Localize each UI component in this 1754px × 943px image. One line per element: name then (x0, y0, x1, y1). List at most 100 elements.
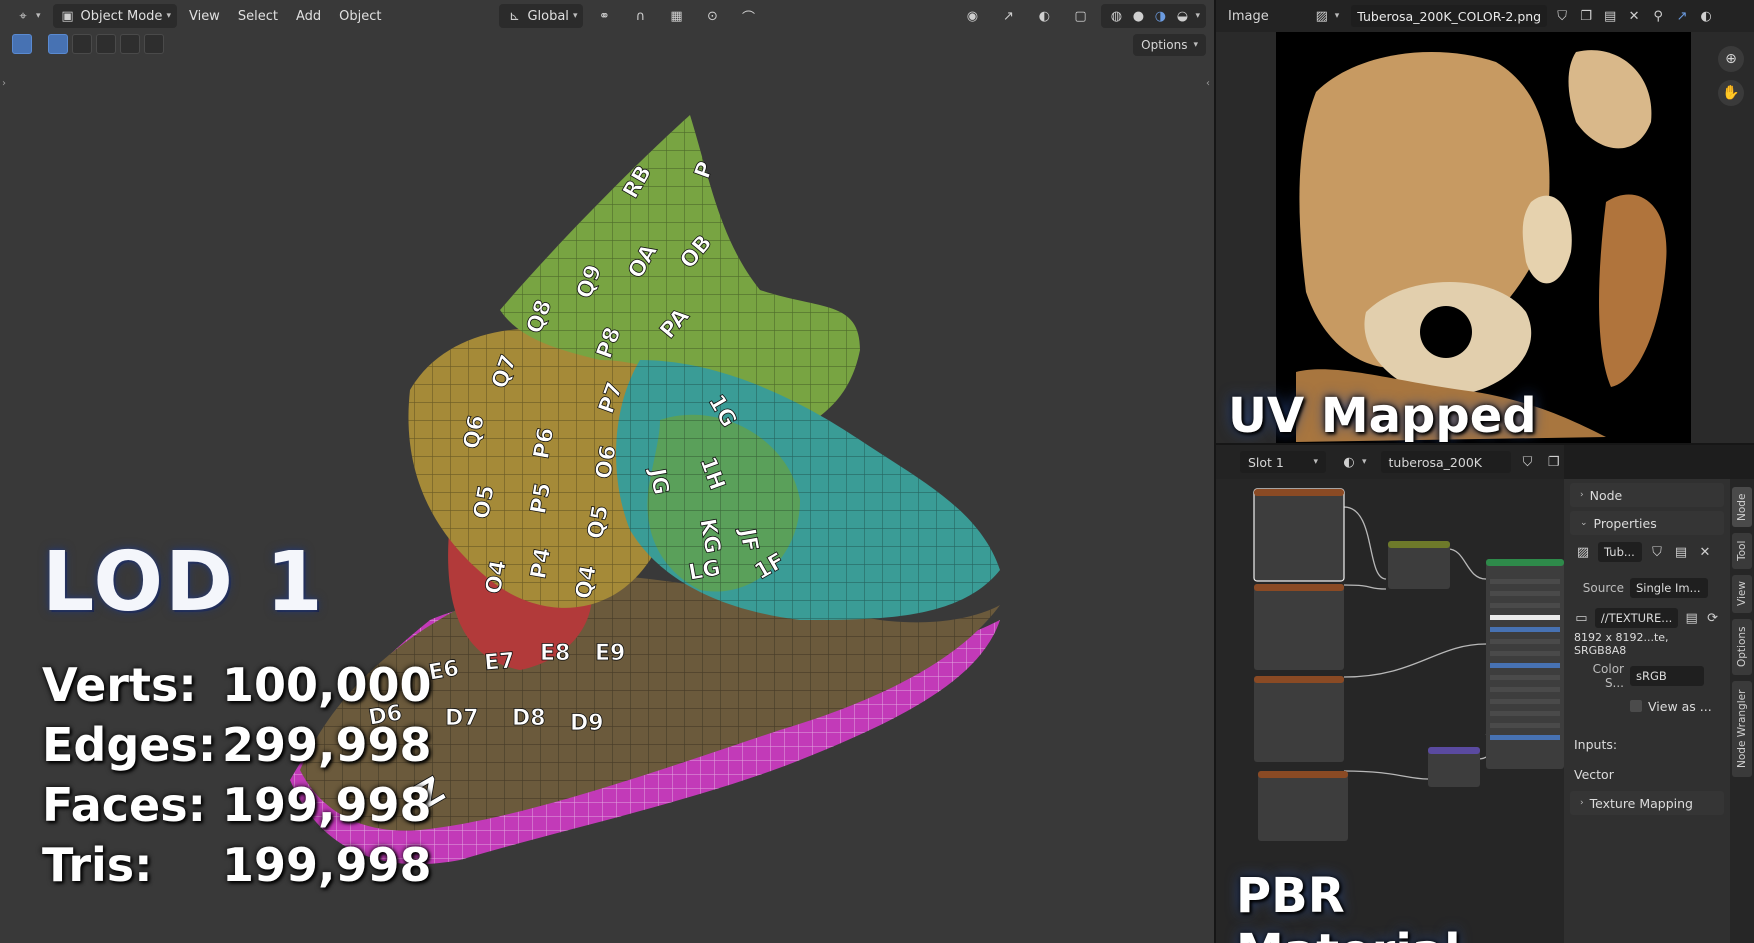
image-browse-button[interactable]: ▨ ▾ (1307, 4, 1346, 28)
visibility-button[interactable]: ◉ (957, 4, 987, 28)
material-sphere-icon: ◐ (1343, 454, 1355, 470)
select-box-tool[interactable] (12, 34, 32, 54)
stat-row-faces: Faces: 199,998 (42, 775, 432, 835)
image-texture-node-2[interactable] (1254, 584, 1344, 670)
view-as-checkbox[interactable] (1630, 700, 1642, 712)
select-new-button[interactable] (48, 34, 68, 54)
image-texture-node-4[interactable] (1258, 771, 1348, 841)
fake-user-shield-icon[interactable]: ⛉ (1519, 453, 1537, 471)
source-label: Source (1582, 581, 1624, 595)
stat-value: 100,000 (222, 658, 432, 712)
transform-orientation-selector[interactable]: ⊾ Global ▾ (499, 4, 584, 28)
editor-type-button[interactable]: ⌖ ▾ (8, 4, 47, 28)
color-space-dropdown[interactable]: sRGB (1630, 666, 1704, 686)
select-intersect-button[interactable] (144, 34, 164, 54)
mix-node[interactable] (1388, 541, 1450, 589)
properties-section-header[interactable]: ⌄ Properties (1570, 511, 1724, 535)
falloff-button[interactable]: ⌒ (733, 4, 763, 28)
rendered-shading-icon[interactable]: ◒ (1173, 7, 1191, 25)
slot-label: Slot 1 (1248, 454, 1284, 470)
node-section-header[interactable]: › Node (1570, 483, 1724, 507)
close-icon[interactable]: ✕ (1625, 7, 1643, 25)
file-icon: ▭ (1575, 610, 1588, 626)
close-icon[interactable]: ✕ (1696, 543, 1714, 561)
image-texture-node-3[interactable] (1254, 676, 1344, 762)
menu-object[interactable]: Object (333, 4, 387, 28)
tab-view[interactable]: View (1732, 575, 1752, 613)
texture-spiral-center (1420, 306, 1472, 358)
xray-toggle[interactable]: ▢ (1065, 4, 1095, 28)
duplicate-image-icon[interactable]: ❐ (1577, 7, 1595, 25)
tab-options[interactable]: Options (1732, 619, 1752, 675)
select-difference-button[interactable] (120, 34, 140, 54)
normal-map-node[interactable] (1428, 747, 1480, 787)
mode-label: Object Mode (80, 8, 163, 24)
material-slot-selector[interactable]: Slot 1 ▾ (1240, 451, 1326, 473)
gizmo-icon[interactable]: ↗ (1673, 7, 1691, 25)
view-as-label: View as ... (1648, 698, 1712, 714)
section-title: Texture Mapping (1589, 795, 1693, 811)
select-extend-button[interactable] (72, 34, 92, 54)
gizmo-button[interactable]: ↗ (993, 4, 1023, 28)
image-filename-field[interactable]: Tuberosa_200K_COLOR-2.png (1351, 5, 1548, 27)
pin-icon[interactable]: ⚲ (1649, 7, 1667, 25)
image-name-field[interactable]: Tub... (1598, 542, 1642, 562)
image-icon[interactable]: ▨ (1574, 543, 1592, 561)
uv-label: D7 (445, 706, 479, 731)
source-dropdown[interactable]: Single Im... (1630, 578, 1708, 598)
fake-user-shield-icon[interactable]: ⛉ (1648, 543, 1666, 561)
material-name-field[interactable]: tuberosa_200K (1380, 451, 1511, 473)
menu-image[interactable]: Image (1222, 4, 1275, 28)
inputs-label: Inputs: (1574, 736, 1618, 752)
fake-user-shield-icon[interactable]: ⛉ (1553, 7, 1571, 25)
menu-add[interactable]: Add (290, 4, 327, 28)
wireframe-shading-icon[interactable]: ◍ (1107, 7, 1125, 25)
uv-label: E9 (595, 641, 625, 666)
stat-label: Verts: (42, 658, 197, 712)
proportional-icon: ⊙ (707, 8, 718, 24)
menu-view[interactable]: View (183, 4, 226, 28)
principled-bsdf-node[interactable] (1486, 559, 1564, 769)
filepath-field[interactable]: //TEXTURE... (1594, 608, 1679, 628)
node-sidebar: › Node ⌄ Properties ▨ Tub... ⛉ ▤ ✕ Sourc… (1564, 479, 1730, 943)
material-browse-button[interactable]: ◐ ▾ (1334, 450, 1373, 474)
texture-mapping-section-header[interactable]: › Texture Mapping (1570, 791, 1724, 815)
chevron-down-icon: ▾ (572, 11, 578, 21)
reload-icon[interactable]: ⟳ (1705, 609, 1720, 627)
shading-mode-group[interactable]: ◍ ● ◑ ◒ ▾ (1101, 4, 1206, 28)
overlays-icon[interactable]: ◐ (1697, 7, 1715, 25)
shader-editor[interactable]: Slot 1 ▾ ◐▾ tuberosa_200K ⛉ ❐ ✕ ⚲ ⇡ ∩ ⋕ … (1216, 445, 1564, 943)
tab-node-wrangler[interactable]: Node Wrangler (1732, 681, 1752, 777)
xray-icon: ▢ (1074, 8, 1087, 24)
snap-target-button[interactable]: ▦ (661, 4, 691, 28)
tab-node[interactable]: Node (1732, 487, 1752, 527)
image-editor[interactable]: Image ▨ ▾ Tuberosa_200K_COLOR-2.png ⛉ ❐ ▤… (1216, 0, 1754, 445)
editor-type-icon: ⌖ (19, 8, 27, 24)
uv-label: E7 (483, 648, 515, 676)
snap-toggle[interactable]: ∩ (625, 4, 655, 28)
section-title: Node (1589, 487, 1623, 503)
mode-selector[interactable]: ▣ Object Mode ▾ (52, 4, 177, 28)
image-texture-node-color[interactable] (1253, 488, 1345, 582)
zoom-icon[interactable]: ⊕ (1718, 46, 1744, 72)
material-preview-icon[interactable]: ◑ (1151, 7, 1169, 25)
proportional-edit-toggle[interactable]: ⊙ (697, 4, 727, 28)
options-dropdown[interactable]: Options ▾ (1133, 34, 1206, 56)
pivot-button[interactable]: ⚭ (589, 4, 619, 28)
open-folder-icon[interactable]: ▤ (1672, 543, 1690, 561)
open-folder-icon[interactable]: ▤ (1684, 609, 1699, 627)
3d-viewport[interactable]: ⌖ ▾ ▣ Object Mode ▾ View Select Add Objec… (0, 0, 1216, 943)
pivot-icon: ⚭ (599, 8, 610, 24)
overlays-button[interactable]: ◐ (1029, 4, 1059, 28)
mesh-stats: Verts: 100,000 Edges: 299,998 Faces: 199… (42, 655, 432, 895)
duplicate-material-icon[interactable]: ❐ (1545, 453, 1563, 471)
solid-shading-icon[interactable]: ● (1129, 7, 1147, 25)
open-folder-icon[interactable]: ▤ (1601, 7, 1619, 25)
color-space-row: Color S... sRGB (1564, 662, 1730, 690)
hand-pan-icon[interactable]: ✋ (1718, 80, 1744, 106)
tab-tool[interactable]: Tool (1732, 533, 1752, 569)
orientation-icon: ⊾ (509, 8, 520, 24)
menu-select[interactable]: Select (232, 4, 284, 28)
select-subtract-button[interactable] (96, 34, 116, 54)
filepath-row: ▭ //TEXTURE... ▤ ⟳ (1564, 605, 1730, 631)
